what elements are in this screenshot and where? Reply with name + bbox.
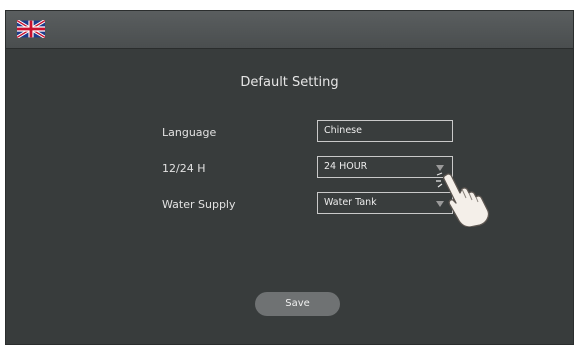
water-supply-label: Water Supply	[162, 198, 236, 211]
water-supply-select[interactable]: Water Tank	[317, 192, 453, 214]
page-title: Default Setting	[240, 75, 339, 90]
top-bar	[6, 11, 573, 49]
pointing-hand-icon	[436, 172, 490, 227]
language-value: Chinese	[324, 125, 362, 136]
language-label: Language	[162, 126, 217, 139]
language-field[interactable]: Chinese	[317, 120, 453, 142]
settings-screen: Default Setting Language Chinese 12/24 H…	[6, 11, 573, 344]
water-supply-value: Water Tank	[324, 197, 377, 208]
save-button[interactable]: Save	[255, 292, 340, 316]
time-format-value: 24 HOUR	[324, 161, 368, 172]
time-format-label: 12/24 H	[162, 162, 206, 175]
time-format-select[interactable]: 24 HOUR	[317, 156, 453, 178]
uk-flag-icon[interactable]	[17, 20, 45, 38]
